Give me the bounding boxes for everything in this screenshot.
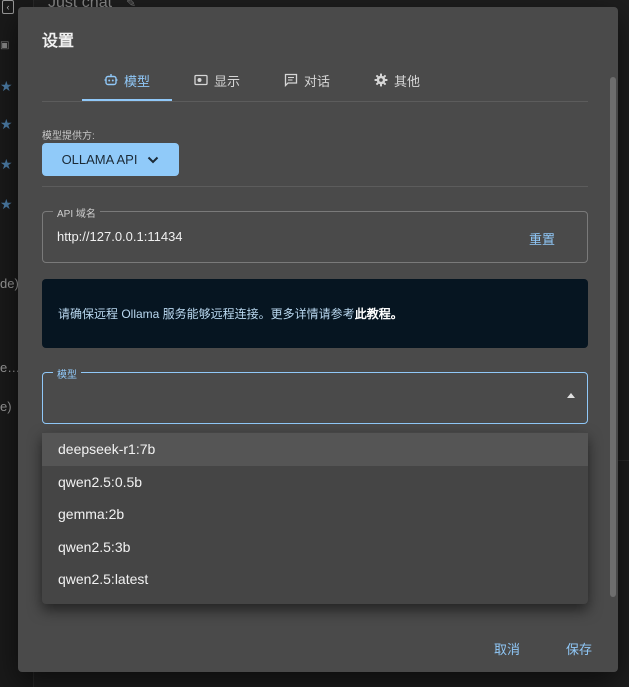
api-domain-field[interactable]: API 域名 http://127.0.0.1:11434 重置 [42, 205, 588, 263]
settings-tabs: 模型 显示 对话 其他 [82, 59, 442, 101]
model-option[interactable]: qwen2.5:latest [42, 563, 588, 596]
reset-button[interactable]: 重置 [529, 229, 555, 248]
provider-value: OLLAMA API [61, 152, 138, 167]
caret-up-icon[interactable] [567, 393, 575, 398]
model-option[interactable]: deepseek-r1:7b [42, 433, 588, 466]
provider-label: 模型提供方: [42, 131, 95, 142]
tab-label: 显示 [214, 73, 241, 89]
sidebar-item-label: e) [0, 399, 12, 414]
model-option[interactable]: qwen2.5:3b [42, 531, 588, 564]
model-option[interactable]: qwen2.5:0.5b [42, 466, 588, 499]
tab-label: 模型 [124, 73, 151, 89]
tab-label: 对话 [304, 73, 331, 89]
model-select[interactable]: 模型 [42, 366, 588, 424]
display-icon [194, 73, 208, 87]
dialog-scrollbar[interactable] [610, 77, 616, 597]
collapse-sidebar-icon[interactable]: ‹ [2, 0, 14, 14]
info-text: 请确保远程 Ollama 服务能够远程连接。更多详情请参考 [58, 307, 355, 321]
model-option[interactable]: gemma:2b [42, 498, 588, 531]
robot-icon [104, 73, 118, 87]
cancel-button[interactable]: 取消 [494, 639, 520, 658]
info-alert: 请确保远程 Ollama 服务能够远程连接。更多详情请参考 此教程。 [42, 279, 588, 348]
chat-icon [284, 73, 298, 87]
tab-label: 其他 [394, 73, 421, 89]
chevron-down-icon [147, 152, 159, 167]
provider-select-button[interactable]: OLLAMA API [42, 143, 179, 176]
model-dropdown-list: deepseek-r1:7b qwen2.5:0.5b gemma:2b qwe… [42, 432, 588, 604]
settings-dialog: 设置 模型 显示 对话 其他 模型提供方: OLLAMA API API 域名 … [18, 7, 618, 672]
tab-model[interactable]: 模型 [82, 59, 173, 101]
info-suffix: 。 [390, 307, 403, 321]
api-domain-input[interactable]: http://127.0.0.1:11434 [57, 229, 183, 244]
star-icon: ★ [0, 196, 13, 212]
tabs-divider [42, 101, 588, 102]
gear-icon [374, 73, 388, 87]
dialog-title: 设置 [42, 33, 75, 50]
tab-chat[interactable]: 对话 [262, 59, 352, 101]
tab-display[interactable]: 显示 [172, 59, 262, 101]
star-icon: ★ [0, 156, 13, 172]
section-divider [42, 186, 588, 187]
sidebar-item-label: de) [0, 276, 19, 291]
save-button[interactable]: 保存 [566, 639, 592, 658]
model-label: 模型 [53, 366, 81, 381]
tab-other[interactable]: 其他 [352, 59, 442, 101]
archive-icon: ▣ [0, 40, 10, 51]
api-domain-label: API 域名 [53, 205, 100, 220]
star-icon: ★ [0, 116, 13, 132]
tutorial-link[interactable]: 此教程 [355, 305, 391, 322]
star-icon: ★ [0, 78, 13, 94]
